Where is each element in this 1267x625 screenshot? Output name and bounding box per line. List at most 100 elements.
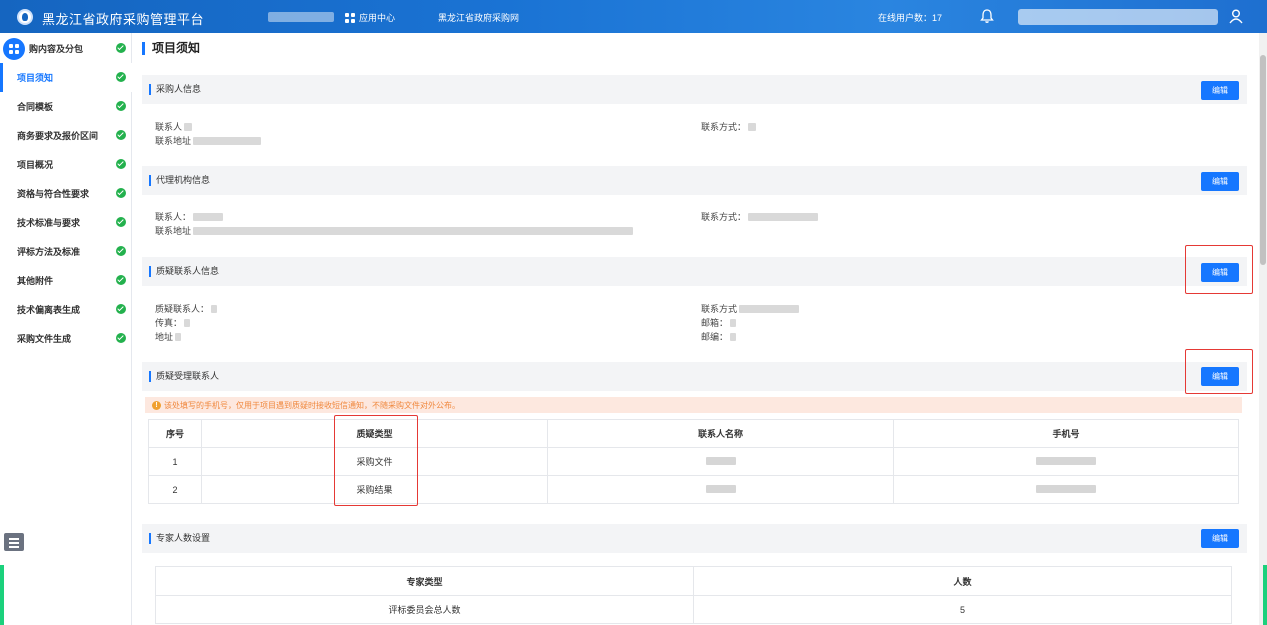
- highlight-box: [334, 415, 418, 506]
- check-icon: [116, 275, 126, 285]
- redacted-region: [268, 12, 334, 22]
- sidebar-item-business-requirements[interactable]: 商务要求及报价区间: [0, 121, 132, 150]
- main-content: 项目须知 采购人信息 编辑 联系人 联系地址 联系方式： 代理机构信息 编辑 联…: [132, 33, 1259, 625]
- sidebar-item-evaluation-method[interactable]: 评标方法及标准: [0, 237, 132, 266]
- bell-icon[interactable]: [979, 8, 995, 24]
- app-grid-icon: [345, 12, 355, 23]
- redacted-value: [193, 226, 634, 235]
- redacted-value: [1036, 456, 1096, 465]
- highlight-box: [1185, 349, 1253, 394]
- app-title: 黑龙江省政府采购管理平台: [42, 12, 205, 27]
- list-toggle-icon[interactable]: [4, 533, 24, 551]
- field-label: 质疑联系人：: [155, 304, 210, 314]
- procurement-site-link[interactable]: 黑龙江省政府采购网: [438, 11, 519, 24]
- app-center-link[interactable]: 应用中心: [345, 11, 395, 24]
- redacted-value: [730, 318, 737, 327]
- inquiry-contact-section: 质疑联系人信息 编辑 质疑联系人： 传真： 地址 联系方式 邮箱： 邮编：: [142, 257, 1247, 353]
- redacted-value: [739, 304, 800, 313]
- redacted-value: [193, 136, 262, 145]
- field-label: 传真：: [155, 318, 183, 328]
- expert-count-section: 专家人数设置 编辑 专家类型 人数 评标委员会总人数 5: [142, 524, 1247, 625]
- field-label: 联系人：: [155, 212, 192, 222]
- redacted-value: [730, 332, 737, 341]
- menu-grid-icon[interactable]: [3, 38, 25, 60]
- sidebar-item-label: 技术标准与要求: [17, 218, 81, 228]
- edit-purchaser-button[interactable]: 编辑: [1201, 81, 1239, 100]
- sidebar-item-label: 项目须知: [17, 73, 54, 83]
- check-icon: [116, 130, 126, 140]
- purchaser-phone: 联系方式：: [701, 120, 757, 133]
- sidebar-item-deviation-table[interactable]: 技术偏离表生成: [0, 295, 132, 324]
- column-header: 手机号: [893, 419, 1239, 448]
- agency-section: 代理机构信息 编辑 联系人： 联系地址 联系方式：: [142, 166, 1247, 250]
- inquiry-phone: 联系方式: [701, 302, 800, 315]
- scrollbar[interactable]: [1259, 33, 1267, 625]
- purchaser-contact: 联系人: [155, 120, 193, 133]
- sidebar-item-label: 其他附件: [17, 276, 54, 286]
- field-label: 联系方式：: [701, 122, 747, 132]
- redacted-value: [705, 456, 736, 465]
- section-title: 采购人信息: [149, 84, 201, 95]
- check-icon: [116, 159, 126, 169]
- section-header: 专家人数设置 编辑: [142, 524, 1247, 553]
- user-icon[interactable]: [1228, 8, 1244, 24]
- sidebar-item-label: 合同模板: [17, 102, 54, 112]
- platform-logo-icon: [17, 9, 33, 25]
- table-row: 评标委员会总人数 5: [155, 595, 1232, 624]
- decorative-strip: [1263, 565, 1267, 625]
- sidebar-item-label: 评标方法及标准: [17, 247, 81, 257]
- check-icon: [116, 43, 126, 53]
- notice-banner: ! 该处填写的手机号，仅用于项目遇到质疑时接收短信通知，不随采购文件对外公布。: [145, 397, 1242, 413]
- column-header: 联系人名称: [547, 419, 894, 448]
- column-header: 专家类型: [155, 566, 694, 596]
- purchaser-section: 采购人信息 编辑 联系人 联系地址 联系方式：: [142, 75, 1247, 158]
- redacted-value: [175, 332, 182, 341]
- section-header: 采购人信息 编辑: [142, 75, 1247, 104]
- edit-agency-button[interactable]: 编辑: [1201, 172, 1239, 191]
- field-label: 联系方式: [701, 304, 738, 314]
- sidebar-item-generate-document[interactable]: 采购文件生成: [0, 324, 132, 353]
- redacted-value: [193, 212, 224, 221]
- column-header: 人数: [693, 566, 1232, 596]
- check-icon: [116, 246, 126, 256]
- field-label: 联系地址: [155, 226, 192, 236]
- section-header: 质疑联系人信息 编辑: [142, 257, 1247, 286]
- table-row: 1 采购文件: [148, 447, 1239, 476]
- redacted-user-info: [1018, 9, 1218, 25]
- edit-expert-count-button[interactable]: 编辑: [1201, 529, 1239, 548]
- check-icon: [116, 72, 126, 82]
- sidebar-item-other-attachments[interactable]: 其他附件: [0, 266, 132, 295]
- field-label: 地址: [155, 332, 174, 342]
- section-header: 代理机构信息 编辑: [142, 166, 1247, 195]
- inquiry-handler-section: 质疑受理联系人 编辑 ! 该处填写的手机号，仅用于项目遇到质疑时接收短信通知，不…: [142, 362, 1247, 515]
- redacted-value: [184, 122, 193, 131]
- field-label: 联系人: [155, 122, 183, 132]
- section-title: 质疑联系人信息: [149, 266, 219, 277]
- agency-contact: 联系人：: [155, 210, 224, 223]
- contact-name-cell: [547, 475, 894, 504]
- sidebar-item-project-overview[interactable]: 项目概况: [0, 150, 132, 179]
- sidebar-item-technical-standards[interactable]: 技术标准与要求: [0, 208, 132, 237]
- check-icon: [116, 101, 126, 111]
- purchaser-address: 联系地址: [155, 134, 262, 147]
- decorative-strip: [0, 565, 4, 625]
- sidebar-item-contract-template[interactable]: 合同模板: [0, 92, 132, 121]
- sidebar-item-label: 项目概况: [17, 160, 54, 170]
- row-number: 2: [148, 475, 202, 504]
- scrollbar-thumb[interactable]: [1260, 55, 1266, 265]
- phone-cell: [893, 447, 1239, 476]
- redacted-value: [1036, 484, 1096, 493]
- inquiry-email: 邮箱：: [701, 316, 737, 329]
- sidebar-item-label: 资格与符合性要求: [17, 189, 90, 199]
- sidebar-item-project-notice[interactable]: 项目须知: [0, 63, 132, 92]
- inquiry-fax: 传真：: [155, 316, 191, 329]
- agency-address: 联系地址: [155, 224, 634, 237]
- redacted-value: [748, 212, 819, 221]
- column-header: 序号: [148, 419, 202, 448]
- expert-type: 评标委员会总人数: [155, 595, 694, 624]
- sidebar-item-qualification[interactable]: 资格与符合性要求: [0, 179, 132, 208]
- app-center-label: 应用中心: [359, 13, 396, 23]
- redacted-value: [705, 484, 736, 493]
- warning-icon: !: [152, 400, 161, 410]
- section-title: 代理机构信息: [149, 175, 210, 186]
